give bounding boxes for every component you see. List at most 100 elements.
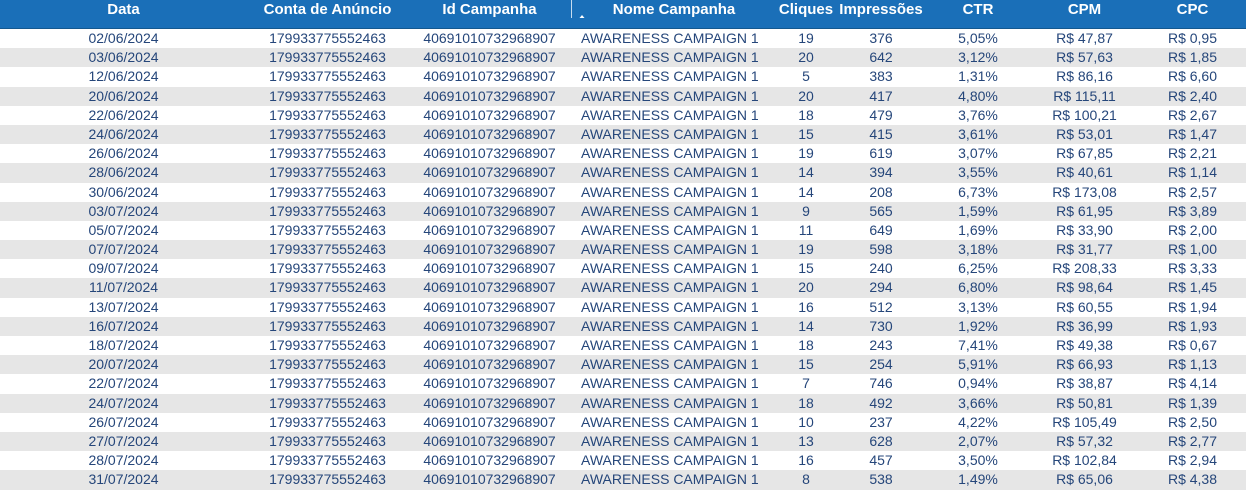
cell-ctr: 0,94% [958,375,998,392]
cell-data: 11/07/2024 [88,279,159,296]
cell-data: 24/06/2024 [88,125,159,142]
table-row[interactable]: 26/07/2024 179933775552463 406910107329689… [0,412,1246,432]
table-row[interactable]: 20/06/2024 179933775552463 406910107329689… [0,86,1246,106]
cell-data: 20/07/2024 [88,356,159,373]
cell-nome-campanha: AWARENESS CAMPAIGN 1 [581,356,759,373]
cell-data: 12/06/2024 [88,68,159,85]
table-row[interactable]: 02/06/2024 179933775552463 406910107329689… [0,29,1246,49]
cell-cpm: R$ 50,81 [1056,394,1113,411]
cell-cpc: R$ 1,45 [1167,279,1218,296]
cell-nome-campanha: AWARENESS CAMPAIGN 1 [581,68,759,85]
cell-impressoes: 394 [869,164,893,181]
cell-impressoes: 565 [869,202,893,219]
cell-cpc: R$ 3,33 [1167,260,1218,277]
table-row[interactable]: 24/07/2024 179933775552463 406910107329689… [0,393,1246,413]
table-row[interactable]: 28/07/2024 179933775552463 406910107329689… [0,451,1246,471]
cell-data: 09/07/2024 [88,260,159,277]
table-row[interactable]: 11/07/2024 179933775552463 406910107329689… [0,278,1246,298]
cell-ctr: 5,05% [958,30,998,46]
table-row[interactable]: 13/07/2024 179933775552463 406910107329689… [0,297,1246,317]
cell-data: 05/07/2024 [88,221,159,238]
cell-cpm: R$ 100,21 [1052,106,1117,123]
cell-cliques: 16 [798,452,814,469]
table-row[interactable]: 27/07/2024 179933775552463 406910107329689… [0,431,1246,452]
cell-impressoes: 746 [869,375,893,392]
table-row[interactable]: 22/07/2024 179933775552463 406910107329689… [0,374,1246,394]
table-row[interactable]: 24/06/2024 179933775552463 406910107329689… [0,124,1246,145]
cell-cpm: R$ 98,64 [1056,279,1113,296]
cell-id-campanha: 40691010732968907 [423,183,556,200]
column-header-conta-de-anuncio[interactable]: Conta de Anúncio [247,0,408,18]
cell-data: 20/06/2024 [88,87,159,104]
cell-cpm: R$ 57,63 [1056,49,1113,66]
column-header-id-campanha[interactable]: Id Campanha [408,0,571,18]
cell-conta-de-anuncio: 179933775552463 [269,356,386,373]
cell-conta-de-anuncio: 179933775552463 [269,183,386,200]
cell-cpc: R$ 0,95 [1167,30,1218,46]
cell-id-campanha: 40691010732968907 [423,452,556,469]
column-header-cliques[interactable]: Cliques [776,0,836,18]
cell-id-campanha: 40691010732968907 [423,356,556,373]
column-header-data[interactable]: Data [0,0,247,18]
column-header-nome-campanha[interactable]: Nome Campanha [571,0,776,18]
cell-data: 31/07/2024 [88,471,159,488]
cell-conta-de-anuncio: 179933775552463 [269,260,386,277]
column-header-ctr[interactable]: CTR [926,0,1030,18]
data-table: Data Conta de Anúncio Id Campanha Nome C… [0,0,1246,490]
cell-impressoes: 730 [869,317,893,334]
cell-nome-campanha: AWARENESS CAMPAIGN 1 [581,49,759,66]
cell-ctr: 1,59% [958,202,998,219]
cell-impressoes: 243 [869,337,893,353]
cell-nome-campanha: AWARENESS CAMPAIGN 1 [581,183,759,200]
cell-nome-campanha: AWARENESS CAMPAIGN 1 [581,337,759,353]
cell-id-campanha: 40691010732968907 [423,87,556,104]
cell-cliques: 14 [798,164,814,181]
cell-id-campanha: 40691010732968907 [423,375,556,392]
cell-impressoes: 376 [869,30,893,46]
table-row[interactable]: 28/06/2024 179933775552463 406910107329689… [0,163,1246,183]
table-row[interactable]: 22/06/2024 179933775552463 406910107329689… [0,105,1246,125]
table-row[interactable]: 18/07/2024 179933775552463 406910107329689… [0,336,1246,356]
cell-cpc: R$ 2,21 [1167,145,1218,162]
cell-cliques: 18 [798,337,814,353]
cell-ctr: 3,07% [958,145,998,162]
table-row[interactable]: 03/06/2024 179933775552463 406910107329689… [0,48,1246,68]
cell-cpc: R$ 1,85 [1167,49,1218,66]
cell-cpm: R$ 86,16 [1056,68,1113,85]
cell-data: 03/07/2024 [88,202,159,219]
cell-ctr: 1,69% [958,221,998,238]
table-row[interactable]: 30/06/2024 179933775552463 406910107329689… [0,182,1246,202]
cell-cpm: R$ 31,77 [1056,241,1113,258]
sort-ascending-icon [577,15,587,18]
column-header-cpm[interactable]: CPM [1030,0,1139,18]
table-row[interactable]: 26/06/2024 179933775552463 406910107329689… [0,144,1246,164]
cell-id-campanha: 40691010732968907 [423,279,556,296]
cell-ctr: 3,13% [958,298,998,315]
table-row[interactable]: 20/07/2024 179933775552463 406910107329689… [0,355,1246,375]
cell-impressoes: 240 [869,260,893,277]
table-row[interactable]: 05/07/2024 179933775552463 406910107329689… [0,220,1246,241]
cell-impressoes: 415 [869,125,893,142]
cell-cpc: R$ 1,93 [1167,317,1218,334]
table-row[interactable]: 09/07/2024 179933775552463 406910107329689… [0,259,1246,279]
cell-cpc: R$ 2,50 [1167,413,1218,430]
cell-cpc: R$ 0,67 [1167,337,1218,353]
cell-cpc: R$ 2,94 [1167,452,1218,469]
cell-nome-campanha: AWARENESS CAMPAIGN 1 [581,202,759,219]
table-row[interactable]: 12/06/2024 179933775552463 406910107329689… [0,67,1246,87]
column-header-cpc[interactable]: CPC [1139,0,1246,18]
cell-conta-de-anuncio: 179933775552463 [269,49,386,66]
table-row[interactable]: 07/07/2024 179933775552463 406910107329689… [0,240,1246,260]
cell-data: 07/07/2024 [88,241,159,258]
table-row[interactable]: 31/07/2024 179933775552463 406910107329689… [0,470,1246,490]
table-row[interactable]: 16/07/2024 179933775552463 406910107329689… [0,316,1246,336]
cell-ctr: 3,12% [958,49,998,66]
column-header-impressoes[interactable]: Impressões [836,0,926,18]
cell-nome-campanha: AWARENESS CAMPAIGN 1 [581,413,759,430]
table-row[interactable]: 03/07/2024 179933775552463 406910107329689… [0,201,1246,221]
cell-impressoes: 492 [869,394,893,411]
cell-cliques: 15 [798,125,814,142]
cell-cpc: R$ 2,67 [1167,106,1218,123]
cell-nome-campanha: AWARENESS CAMPAIGN 1 [581,241,759,258]
cell-impressoes: 417 [869,87,893,104]
